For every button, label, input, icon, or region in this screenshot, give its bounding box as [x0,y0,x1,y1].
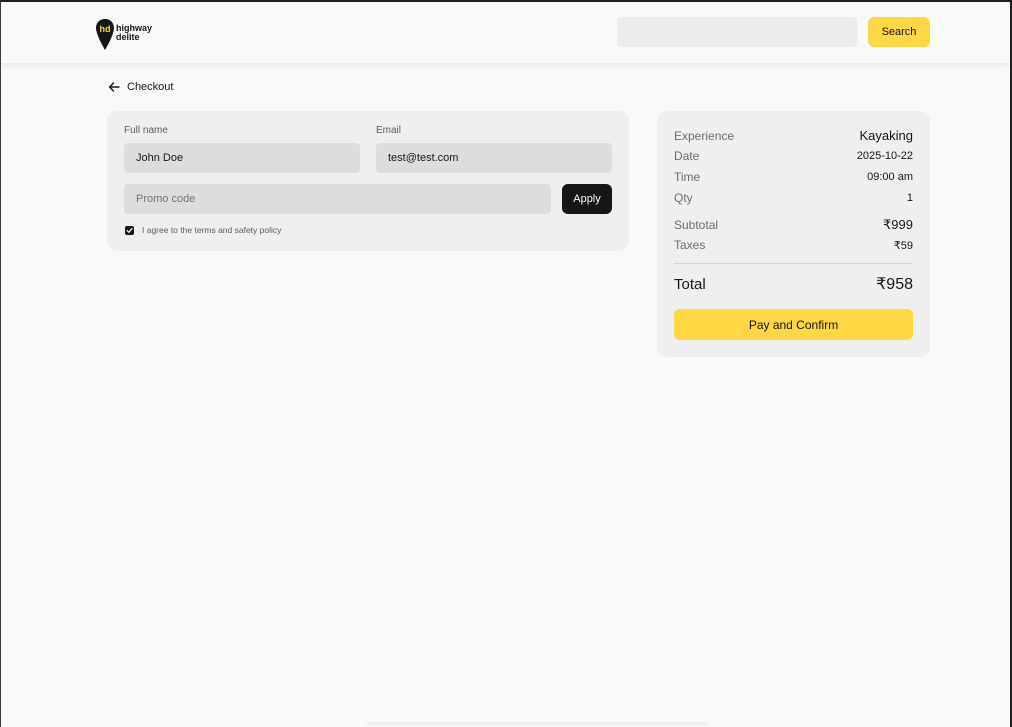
subtotal-value: ₹999 [883,217,913,232]
full-name-input[interactable] [124,143,360,173]
svg-text:hd: hd [100,24,111,34]
summary-row-subtotal: Subtotal ₹999 [674,217,913,233]
terms-agreement: I agree to the terms and safety policy [125,225,281,235]
top-header: hd highway delite Search [0,0,1012,63]
apply-promo-button[interactable]: Apply [562,184,612,214]
time-label: Time [674,170,701,184]
checkout-form-card: Full name Email Apply I agree to the ter… [107,111,629,251]
window-frame [0,0,1012,727]
location-pin-logo-icon: hd [96,18,114,50]
checkmark-icon [126,227,133,233]
qty-value: 1 [906,192,913,204]
summary-divider [674,263,913,264]
full-name-label: Full name [124,125,168,136]
summary-row-taxes: Taxes ₹59 [674,238,913,252]
total-value: ₹958 [876,276,913,293]
brand-name: highway delite [116,23,152,42]
experience-value: Kayaking [859,128,913,143]
date-label: Date [674,149,700,163]
experience-label: Experience [674,128,735,143]
taxes-value: ₹59 [893,239,913,252]
promo-code-input[interactable] [124,184,551,214]
summary-row-date: Date 2025-10-22 [674,149,913,163]
back-to-checkout-link[interactable]: Checkout [108,79,173,95]
total-label: Total [674,275,706,293]
summary-row-experience: Experience Kayaking [674,128,913,143]
search-input[interactable] [617,17,857,47]
search-button[interactable]: Search [868,17,930,47]
email-input[interactable] [376,143,612,173]
brand-logo[interactable]: hd highway delite [95,17,165,51]
subtotal-label: Subtotal [674,218,719,232]
brand-name-line2: delite [116,31,140,42]
terms-label: I agree to the terms and safety policy [142,225,282,235]
arrow-left-icon [108,82,120,92]
date-value: 2025-10-22 [856,150,913,162]
order-summary-card: Experience Kayaking Date 2025-10-22 Time… [657,111,930,357]
summary-row-qty: Qty 1 [674,191,913,205]
page-title: Checkout [127,81,174,93]
terms-checkbox[interactable] [125,225,134,235]
email-label: Email [376,125,402,136]
summary-row-time: Time 09:00 am [674,170,913,184]
qty-label: Qty [674,191,693,205]
bottom-edge-shadow [365,722,710,727]
pay-and-confirm-button[interactable]: Pay and Confirm [674,309,913,340]
taxes-label: Taxes [674,238,706,252]
time-value: 09:00 am [867,171,913,183]
summary-row-total: Total ₹958 [674,274,913,294]
